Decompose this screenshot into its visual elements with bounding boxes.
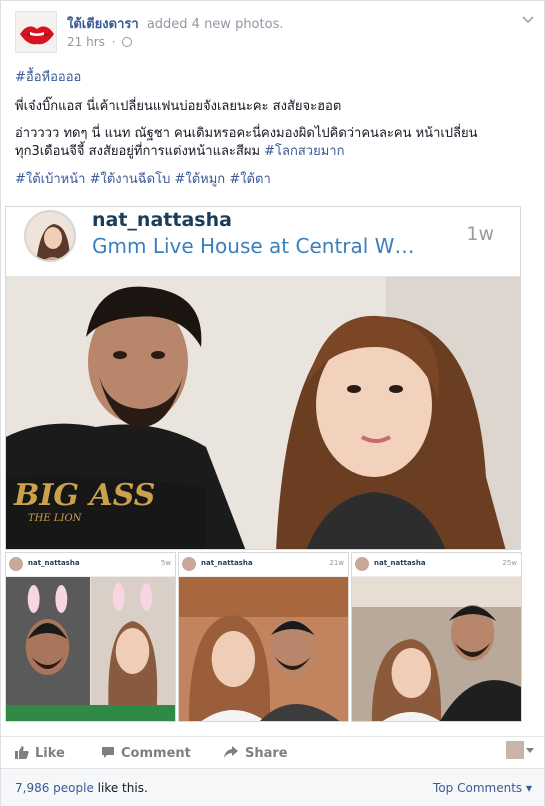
- share-button[interactable]: Share: [223, 745, 288, 761]
- share-arrow-icon: [224, 746, 238, 758]
- hashtag-link[interactable]: #โลกสวยมาก: [264, 144, 344, 159]
- top-comments-dropdown[interactable]: Top Comments ▾: [433, 781, 532, 795]
- ig-time: 1w: [466, 223, 494, 245]
- header-line: ใต้เตียงดารา added 4 new photos.: [67, 13, 283, 34]
- lips-logo-icon: [16, 12, 56, 52]
- profile-photo-icon: [26, 212, 74, 260]
- post-as-caret-icon[interactable]: [526, 748, 534, 753]
- thumbs-up-icon: [15, 746, 29, 759]
- post-text-line-3-text: ทุก3เดือนจีจี้ สงสัยอยู่ที่การแต่งหน้าแล…: [15, 144, 265, 159]
- thumb-avatar: [9, 557, 23, 571]
- page-name-link[interactable]: ใต้เตียงดารา: [67, 17, 139, 32]
- shirt-print-text: BIG ASS: [13, 478, 155, 513]
- thumb-username: nat_nattasha: [201, 559, 253, 567]
- ig-location: Gmm Live House at Central W…: [92, 234, 415, 258]
- hashtag-link[interactable]: #อื้อหืออออ: [15, 70, 81, 85]
- thumb-time: 5w: [160, 559, 171, 567]
- likes-count-link[interactable]: 7,986 people: [15, 781, 94, 795]
- thumb-username: nat_nattasha: [374, 559, 426, 567]
- shirt-print-subtext: THE LION: [28, 513, 83, 524]
- ig-header: nat_nattasha Gmm Live House at Central W…: [6, 207, 520, 277]
- hashtag-link[interactable]: #ใต้เบ้าหน้า: [15, 172, 85, 187]
- main-photo[interactable]: nat_nattasha Gmm Live House at Central W…: [5, 206, 521, 550]
- thumbnail-photo-1[interactable]: nat_nattasha 5w: [5, 552, 176, 722]
- post-text-line-3: ทุก3เดือนจีจี้ สงสัยอยู่ที่การแต่งหน้าแล…: [15, 143, 535, 161]
- post-action-text: added 4 new photos.: [146, 17, 284, 32]
- couple-selfie-photo: [179, 577, 348, 721]
- hashtag-link[interactable]: #ใต้หมูก: [174, 172, 225, 187]
- bunny-ears-photo: [6, 577, 175, 721]
- thumb-header: nat_nattasha 5w: [6, 553, 175, 577]
- post-header: ใต้เตียงดารา added 4 new photos. 21 hrs …: [15, 11, 535, 55]
- like-button[interactable]: Like: [15, 745, 65, 761]
- thumb-username: nat_nattasha: [28, 559, 80, 567]
- thumbnail-photo-2[interactable]: nat_nattasha 21w: [178, 552, 349, 722]
- page-avatar[interactable]: [15, 11, 57, 53]
- thumb-time: 21w: [329, 559, 344, 567]
- ig-avatar: [24, 210, 76, 262]
- comment-bubble-icon: [102, 747, 114, 758]
- thumb-avatar: [355, 557, 369, 571]
- ig-username: nat_nattasha: [92, 209, 232, 231]
- post-meta: 21 hrs ·: [67, 35, 133, 49]
- hashtag-line: #ใต้เบ้าหน้า #ใต้งานฉีดโบ #ใต้หมูก #ใต้ต…: [15, 171, 535, 189]
- hashtag-link[interactable]: #ใต้ตา: [229, 172, 270, 187]
- post-text-line-2: อ่าวววว ทดๆ นี่ แนท ณัฐชา คนเดิมหรอคะนี่…: [15, 126, 478, 141]
- comment-button[interactable]: Comment: [101, 745, 191, 761]
- post-as-avatar-icon[interactable]: [506, 741, 524, 759]
- like-summary: 7,986 people like this.: [15, 781, 148, 795]
- post-menu-chevron-icon[interactable]: [521, 13, 535, 27]
- post-text-line-1: พี่เจ๋งบิ๊กแอส นี่เค้าเปลี่ยนแฟนบ่อยจังเ…: [15, 99, 342, 114]
- selfie-photo: BIG ASS THE LION: [6, 277, 520, 549]
- thumb-time: 25w: [502, 559, 517, 567]
- likes-rest-text: like this.: [93, 781, 148, 795]
- like-label: Like: [35, 746, 65, 761]
- thumbnail-photo-3[interactable]: nat_nattasha 25w: [351, 552, 522, 722]
- thumb-header: nat_nattasha 25w: [352, 553, 521, 577]
- post-footer: 7,986 people like this. Top Comments ▾: [1, 768, 544, 806]
- post-card: ใต้เตียงดารา added 4 new photos. 21 hrs …: [0, 0, 545, 806]
- hashtag-link[interactable]: #ใต้งานฉีดโบ: [90, 172, 171, 187]
- restaurant-selfie-photo: [352, 577, 521, 721]
- share-label: Share: [245, 746, 288, 761]
- meta-separator: ·: [111, 35, 116, 49]
- post-timestamp[interactable]: 21 hrs: [67, 35, 105, 49]
- post-action-bar: Like Comment Share: [1, 736, 544, 768]
- thumb-avatar: [182, 557, 196, 571]
- globe-icon[interactable]: [122, 37, 133, 47]
- thumb-header: nat_nattasha 21w: [179, 553, 348, 577]
- comment-label: Comment: [121, 746, 191, 761]
- hashtag-top-line: #อื้อหืออออ: [15, 69, 535, 87]
